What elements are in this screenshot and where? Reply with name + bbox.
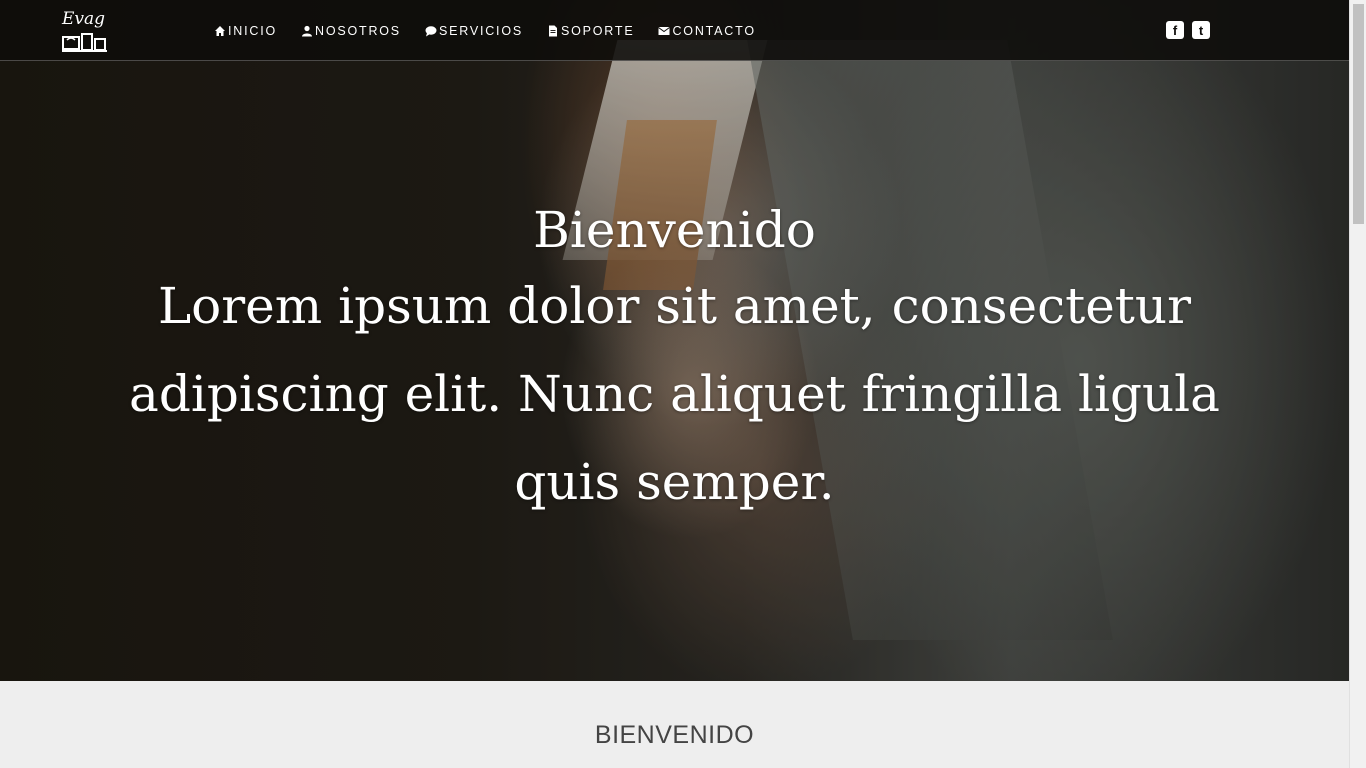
logo-devices-icon: [62, 33, 107, 52]
page-scrollbar[interactable]: [1349, 0, 1366, 768]
hero-body: Lorem ipsum dolor sit amet, consectetur …: [129, 277, 1220, 511]
nav-item-label: CONTACTO: [672, 24, 756, 38]
comment-icon: [425, 26, 437, 37]
nav-item-inicio[interactable]: INICIO: [214, 24, 277, 38]
navbar: Evag INICIO NOSOTROS SERVICIOS SOPORTE C…: [0, 0, 1349, 61]
envelope-icon: [658, 27, 671, 35]
nav-item-label: SOPORTE: [560, 24, 635, 38]
logo-text: Evag: [62, 9, 106, 29]
home-icon: [215, 26, 225, 36]
scrollbar-thumb[interactable]: [1353, 4, 1364, 224]
section-title: BIENVENIDO: [594, 721, 755, 749]
nav-item-contacto[interactable]: CONTACTO: [658, 24, 755, 38]
hero-title: Bienvenido: [533, 201, 816, 259]
nav-item-label: SERVICIOS: [438, 24, 523, 38]
welcome-section: BIENVENIDO: [0, 681, 1349, 768]
social-links: f t: [1166, 21, 1210, 39]
facebook-icon[interactable]: f: [1166, 21, 1184, 39]
main-nav: INICIO NOSOTROS SERVICIOS SOPORTE CONTAC…: [214, 24, 756, 38]
twitter-icon[interactable]: t: [1192, 21, 1210, 39]
logo[interactable]: Evag: [62, 9, 108, 53]
nav-item-soporte[interactable]: SOPORTE: [547, 24, 635, 38]
nav-item-label: INICIO: [228, 24, 277, 38]
nav-item-servicios[interactable]: SERVICIOS: [425, 24, 523, 38]
hero-text: Bienvenido Lorem ipsum dolor sit amet, c…: [0, 198, 1349, 526]
nav-item-nosotros[interactable]: NOSOTROS: [301, 24, 401, 38]
file-icon: [548, 25, 557, 37]
hero-banner: Bienvenido Lorem ipsum dolor sit amet, c…: [0, 0, 1349, 681]
user-icon: [302, 25, 312, 37]
nav-item-label: NOSOTROS: [315, 24, 401, 38]
